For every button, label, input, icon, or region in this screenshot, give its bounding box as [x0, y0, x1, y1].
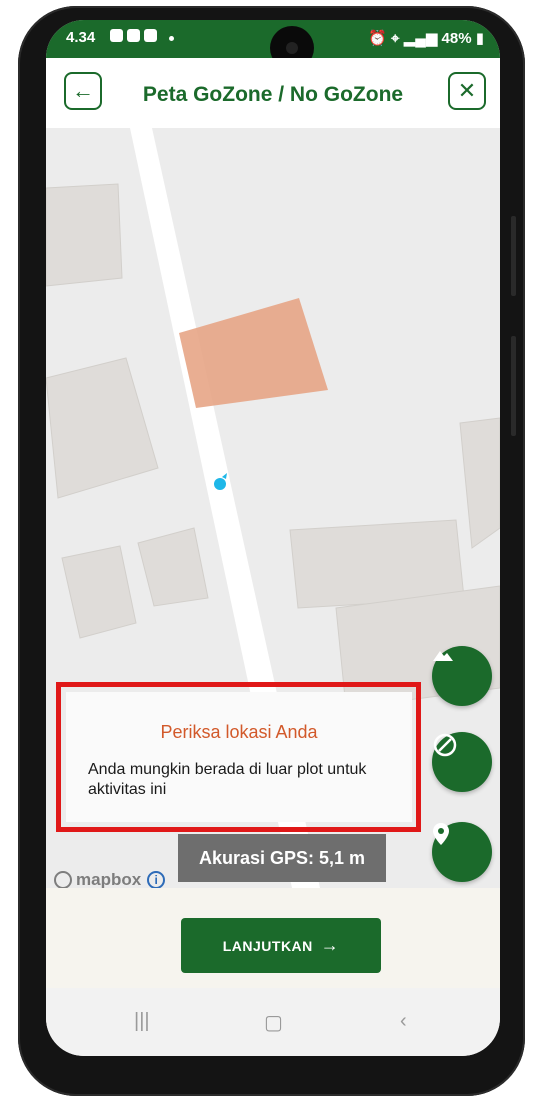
page-title: Peta GoZone / No GoZone	[142, 83, 404, 106]
location-pin-icon	[433, 823, 449, 845]
building	[61, 545, 137, 639]
mapbox-logo-icon	[54, 871, 72, 889]
location-warning-card: Periksa lokasi Anda Anda mungkin berada …	[66, 692, 412, 822]
gps-accuracy: Akurasi GPS: 5,1 m	[178, 834, 386, 882]
battery-icon: ▮	[475, 30, 484, 47]
continue-label: LANJUTKAN	[222, 937, 313, 954]
status-bar: 4.34 ⏰ ⌖ ▂▄▆ 48% ▮	[46, 20, 500, 70]
no-gozone-button[interactable]	[432, 732, 492, 792]
building	[137, 527, 209, 607]
plot-area[interactable]	[179, 298, 328, 408]
building	[46, 183, 123, 287]
arrow-right-icon: →	[320, 935, 340, 955]
bottom-bar: LANJUTKAN →	[46, 888, 500, 988]
screen: 4.34 ⏰ ⌖ ▂▄▆ 48% ▮ ← Peta GoZone / No Go…	[46, 20, 500, 1056]
warning-body: Anda mungkin berada di luar plot untuk a…	[88, 761, 367, 798]
volume-button	[511, 216, 516, 296]
app-header: ← Peta GoZone / No GoZone ✕	[46, 58, 500, 128]
notification-icons	[110, 29, 174, 46]
back-nav-icon[interactable]: ‹	[400, 1010, 407, 1033]
block-icon	[433, 733, 457, 757]
mapbox-attribution[interactable]: mapbox i	[54, 870, 166, 890]
mountain-icon	[433, 651, 453, 661]
recents-icon[interactable]: |||	[134, 1010, 150, 1033]
power-button	[511, 336, 516, 436]
warning-title: Periksa lokasi Anda	[160, 722, 318, 742]
alarm-icon: ⏰	[368, 30, 387, 47]
building	[46, 357, 159, 499]
signal-icon: ▂▄▆	[403, 30, 438, 47]
terrain-button[interactable]	[432, 646, 492, 706]
continue-button[interactable]: LANJUTKAN →	[181, 918, 381, 973]
close-button[interactable]: ✕	[448, 72, 486, 110]
info-icon[interactable]: i	[147, 871, 166, 889]
system-nav-bar: ||| ▢ ‹	[46, 988, 500, 1056]
building	[459, 417, 500, 549]
my-location-button[interactable]	[432, 822, 492, 882]
user-location-marker	[214, 478, 226, 490]
close-icon: ✕	[457, 78, 477, 103]
home-icon[interactable]: ▢	[264, 1010, 283, 1035]
status-time: 4.34	[66, 29, 96, 46]
mapbox-label: mapbox	[76, 870, 142, 889]
status-right: ⏰ ⌖ ▂▄▆ 48% ▮	[368, 29, 484, 47]
location-status-icon: ⌖	[391, 30, 400, 47]
battery-level: 48%	[441, 30, 472, 47]
